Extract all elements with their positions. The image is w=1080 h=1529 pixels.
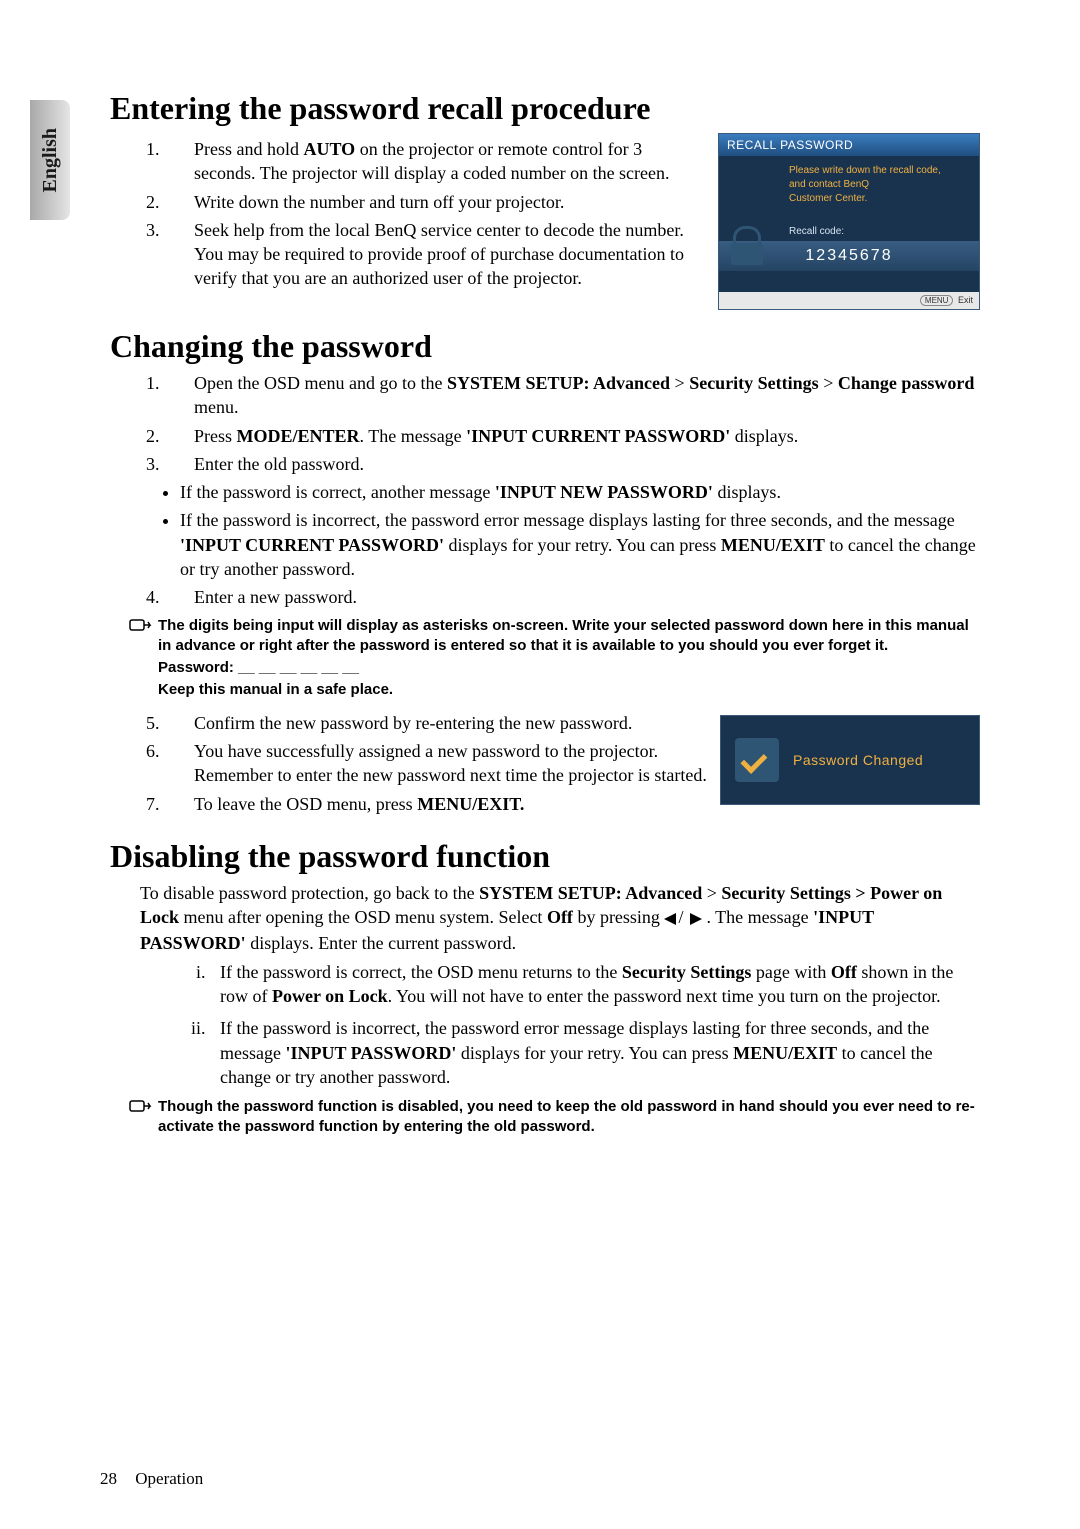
list-item: Press and hold AUTO on the projector or … [164,137,708,186]
section2-body: Open the OSD menu and go to the SYSTEM S… [140,371,980,610]
section2-step4: Enter a new password. [164,585,980,609]
language-tab: English [30,100,70,220]
heading-disable: Disabling the password function [110,838,980,875]
list-item: To leave the OSD menu, press MENU/EXIT. [164,792,710,816]
osd-changed-text: Password Changed [793,752,923,768]
osd-code-label: Recall code: [789,226,971,237]
list-item: You have successfully assigned a new pas… [164,739,710,788]
osd-password-changed: Password Changed [720,715,980,805]
list-item: Write down the number and turn off your … [164,190,708,214]
note-block-1: The digits being input will display as a… [134,616,980,701]
right-arrow-icon [688,907,702,931]
manual-page: English Entering the password recall pro… [0,0,1080,1529]
menu-button-hint: MENU [920,295,954,306]
list-item: Open the OSD menu and go to the SYSTEM S… [164,371,980,420]
language-label: English [39,128,62,192]
list-item: Confirm the new password by re-entering … [164,711,710,735]
section1-body: Press and hold AUTO on the projector or … [140,133,980,310]
section2-steps-b-row: Confirm the new password by re-entering … [140,707,980,820]
osd-footer-text: Exit [958,295,973,305]
list-item: If the password is correct, the OSD menu… [210,960,980,1009]
section3-roman: If the password is correct, the OSD menu… [210,960,980,1089]
page-footer: 28 Operation [100,1469,203,1489]
list-item: Press MODE/ENTER. The message 'INPUT CUR… [164,424,980,448]
section2-steps-a: Open the OSD menu and go to the SYSTEM S… [164,371,980,476]
osd-recall-password: RECALL PASSWORD Please write down the re… [718,133,980,310]
section2-steps-b: Confirm the new password by re-entering … [164,711,710,816]
list-item: Seek help from the local BenQ service ce… [164,218,708,291]
note-icon [126,1099,152,1121]
heading-recall: Entering the password recall procedure [110,90,980,127]
page-number: 28 [100,1469,117,1488]
left-arrow-icon [664,907,678,931]
list-item: Enter the old password. [164,452,980,476]
checkmark-icon [735,738,779,782]
section3-intro: To disable password protection, go back … [140,881,980,956]
list-item: If the password is correct, another mess… [180,480,980,504]
osd-footer: MENU Exit [719,292,979,309]
heading-change: Changing the password [110,328,980,365]
note-block-2: Though the password function is disabled… [134,1097,980,1138]
osd-message: Please write down the recall code, and c… [789,164,971,206]
note-icon [126,618,152,640]
section2-bullets: If the password is correct, another mess… [180,480,980,581]
list-item: If the password is incorrect, the passwo… [180,508,980,581]
list-item: If the password is incorrect, the passwo… [210,1016,980,1089]
footer-section: Operation [135,1469,203,1488]
section3-body: To disable password protection, go back … [140,881,980,1089]
section1-steps: Press and hold AUTO on the projector or … [164,137,708,291]
osd-title: RECALL PASSWORD [719,134,979,156]
lock-icon [729,226,765,266]
list-item: Enter a new password. [164,585,980,609]
